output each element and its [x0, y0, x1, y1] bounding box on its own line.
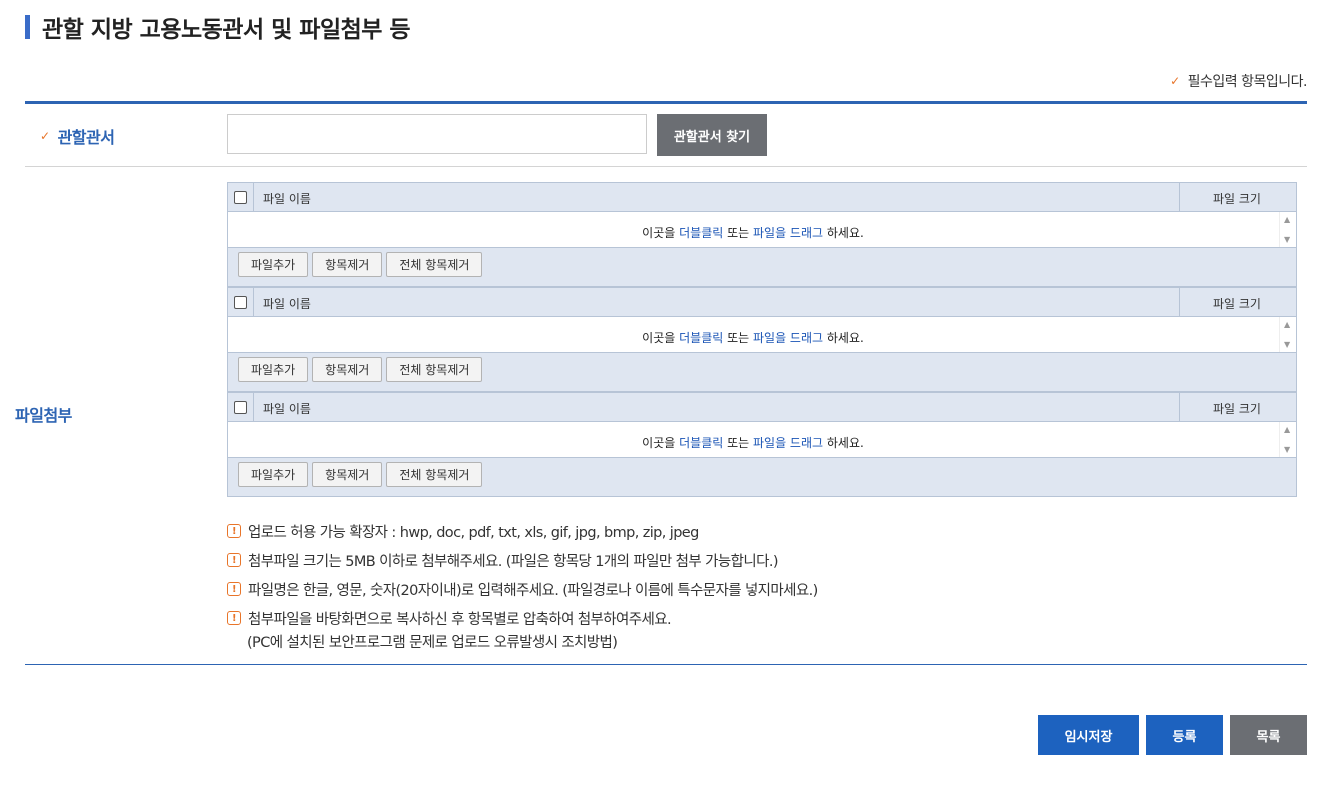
drop-zone[interactable]: 이곳을 더블클릭 또는 파일을 드래그 하세요. ▲ ▼ [228, 317, 1296, 353]
check-icon: ✓ [1170, 74, 1180, 88]
remove-item-button[interactable]: 항목제거 [312, 357, 383, 382]
temp-save-button[interactable]: 임시저장 [1038, 715, 1139, 755]
remove-all-button[interactable]: 전체 항목제거 [386, 462, 483, 487]
upload-notes: ! 업로드 허용 가능 확장자 : hwp, doc, pdf, txt, xl… [227, 521, 818, 652]
scroll-up-icon[interactable]: ▲ [1284, 215, 1290, 224]
scroll-down-icon[interactable]: ▼ [1284, 340, 1290, 349]
drop-hint: 이곳을 더블클릭 또는 파일을 드래그 하세요. [642, 331, 864, 345]
uploader-toolbar: 파일추가 항목제거 전체 항목제거 [238, 252, 483, 277]
exclamation-icon: ! [227, 611, 241, 625]
column-file-size: 파일 크기 [1213, 402, 1261, 416]
select-all-checkbox[interactable] [234, 401, 247, 414]
title-bar-icon [25, 15, 30, 39]
exclamation-icon: ! [227, 582, 241, 596]
scrollbar[interactable]: ▲ ▼ [1279, 212, 1296, 247]
drop-hint: 이곳을 더블클릭 또는 파일을 드래그 하세요. [642, 436, 864, 450]
page-title: 관할 지방 고용노동관서 및 파일첨부 등 [25, 12, 411, 43]
action-buttons: 임시저장 등록 목록 [1038, 715, 1307, 755]
uploader-header: 파일 이름 파일 크기 [228, 183, 1296, 212]
note-item: ! 파일명은 한글, 영문, 숫자(20자이내)로 입력해주세요. (파일경로나… [227, 579, 818, 608]
register-button[interactable]: 등록 [1146, 715, 1223, 755]
column-file-size: 파일 크기 [1213, 297, 1261, 311]
column-file-name: 파일 이름 [263, 297, 311, 311]
scroll-down-icon[interactable]: ▼ [1284, 445, 1290, 454]
note-sub-link[interactable]: (PC에 설치된 보안프로그램 문제로 업로드 오류발생시 조치방법) [247, 631, 818, 652]
page-title-text: 관할 지방 고용노동관서 및 파일첨부 등 [42, 17, 411, 43]
files-label-text: 파일첨부 [15, 406, 72, 425]
office-label-text: 관할관서 [57, 128, 115, 147]
drop-hint: 이곳을 더블클릭 또는 파일을 드래그 하세요. [642, 226, 864, 240]
office-label: ✓ 관할관서 [40, 124, 115, 148]
file-uploader: 파일 이름 파일 크기 이곳을 더블클릭 또는 파일을 드래그 하세요. ▲ ▼ … [227, 392, 1297, 497]
scroll-up-icon[interactable]: ▲ [1284, 320, 1290, 329]
list-button[interactable]: 목록 [1230, 715, 1307, 755]
remove-item-button[interactable]: 항목제거 [312, 462, 383, 487]
form-bottom-border [25, 664, 1307, 665]
exclamation-icon: ! [227, 524, 241, 538]
office-row: ✓ 관할관서 관할관서 찾기 [25, 104, 1307, 167]
note-item: ! 첨부파일 크기는 5MB 이하로 첨부해주세요. (파일은 항목당 1개의 … [227, 550, 818, 579]
column-file-size: 파일 크기 [1213, 192, 1261, 206]
office-input[interactable] [227, 114, 647, 154]
uploader-header: 파일 이름 파일 크기 [228, 288, 1296, 317]
scrollbar[interactable]: ▲ ▼ [1279, 317, 1296, 352]
note-item: ! 업로드 허용 가능 확장자 : hwp, doc, pdf, txt, xl… [227, 521, 818, 550]
scroll-up-icon[interactable]: ▲ [1284, 425, 1290, 434]
find-office-button[interactable]: 관할관서 찾기 [657, 114, 767, 156]
required-check-icon: ✓ [40, 129, 50, 143]
file-uploader: 파일 이름 파일 크기 이곳을 더블클릭 또는 파일을 드래그 하세요. ▲ ▼ … [227, 287, 1297, 392]
column-file-name: 파일 이름 [263, 192, 311, 206]
add-file-button[interactable]: 파일추가 [238, 462, 309, 487]
scroll-down-icon[interactable]: ▼ [1284, 235, 1290, 244]
file-uploader: 파일 이름 파일 크기 이곳을 더블클릭 또는 파일을 드래그 하세요. ▲ ▼ … [227, 182, 1297, 287]
scrollbar[interactable]: ▲ ▼ [1279, 422, 1296, 457]
select-all-checkbox[interactable] [234, 191, 247, 204]
column-file-name: 파일 이름 [263, 402, 311, 416]
add-file-button[interactable]: 파일추가 [238, 357, 309, 382]
uploader-toolbar: 파일추가 항목제거 전체 항목제거 [238, 462, 483, 487]
files-label: 파일첨부 [15, 402, 72, 426]
uploader-header: 파일 이름 파일 크기 [228, 393, 1296, 422]
remove-all-button[interactable]: 전체 항목제거 [386, 252, 483, 277]
add-file-button[interactable]: 파일추가 [238, 252, 309, 277]
select-all-checkbox[interactable] [234, 296, 247, 309]
drop-zone[interactable]: 이곳을 더블클릭 또는 파일을 드래그 하세요. ▲ ▼ [228, 212, 1296, 248]
remove-all-button[interactable]: 전체 항목제거 [386, 357, 483, 382]
uploader-toolbar: 파일추가 항목제거 전체 항목제거 [238, 357, 483, 382]
required-note: ✓ 필수입력 항목입니다. [1170, 71, 1307, 91]
remove-item-button[interactable]: 항목제거 [312, 252, 383, 277]
exclamation-icon: ! [227, 553, 241, 567]
drop-zone[interactable]: 이곳을 더블클릭 또는 파일을 드래그 하세요. ▲ ▼ [228, 422, 1296, 458]
required-note-text: 필수입력 항목입니다. [1187, 74, 1308, 90]
